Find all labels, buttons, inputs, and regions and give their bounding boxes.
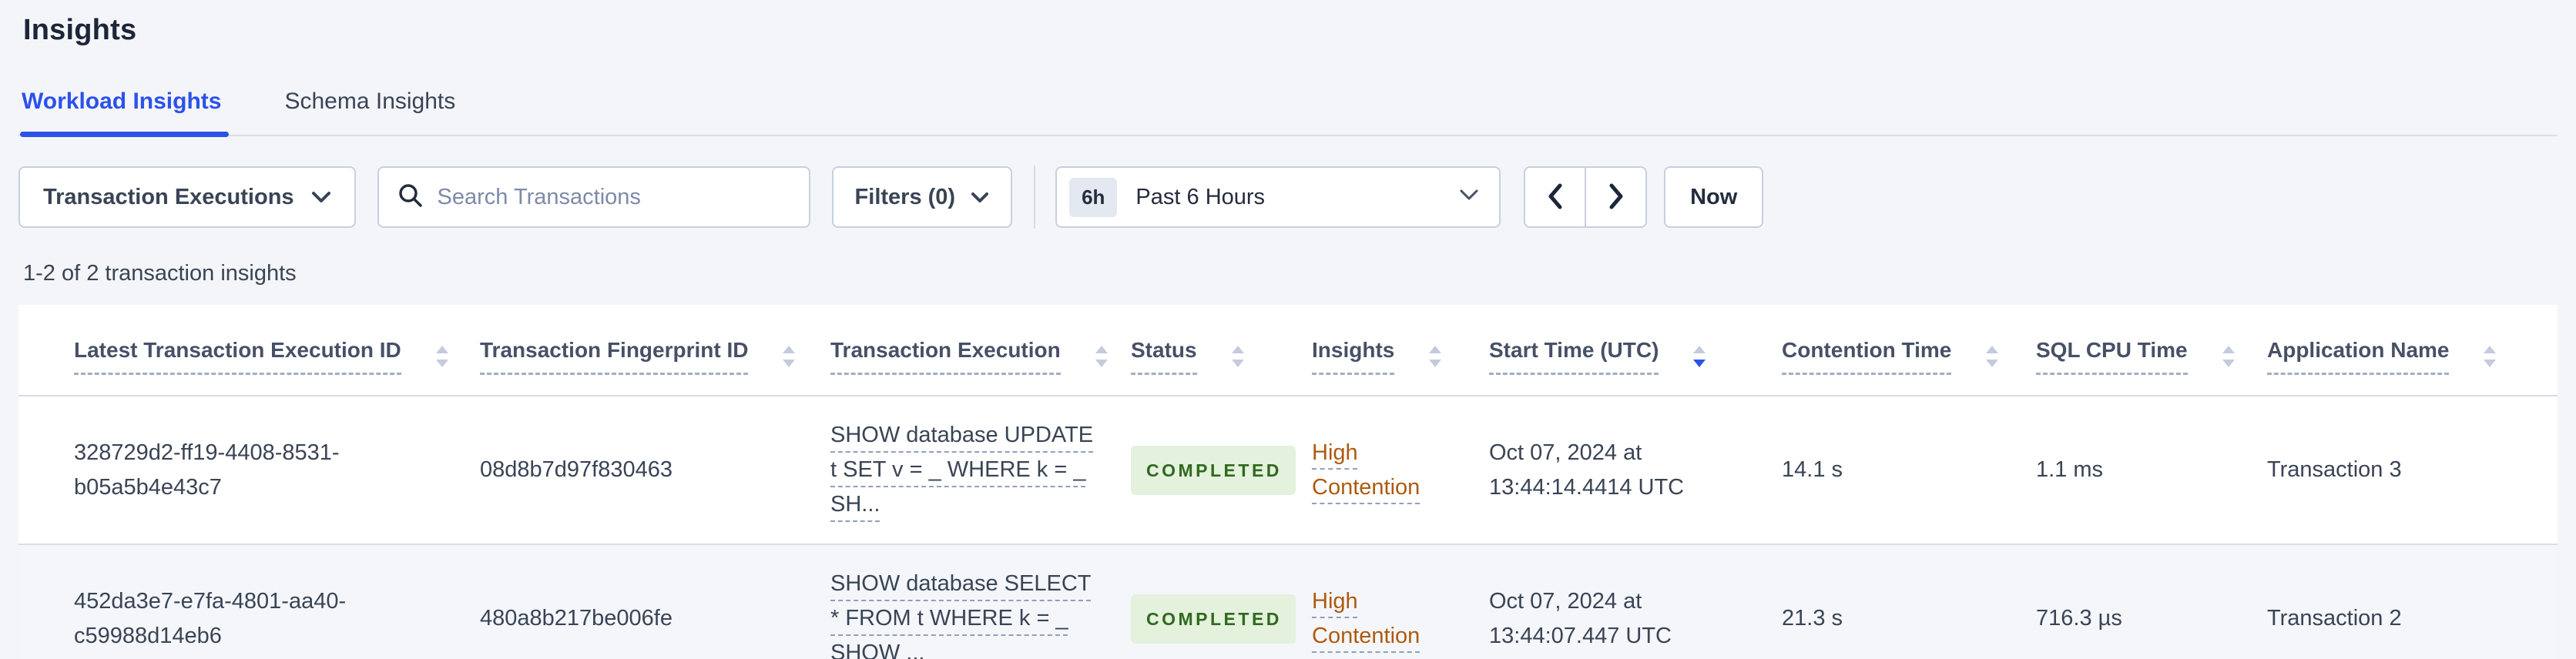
transaction-execution-link[interactable]: SHOW database SELECT * FROM t WHERE k = … xyxy=(830,571,1091,659)
execution-id-cell: 328729d2-ff19-4408-8531-b05a5b4e43c7 xyxy=(74,440,340,500)
status-cell: COMPLETED xyxy=(1112,544,1296,659)
insight-type-value: Transaction Executions xyxy=(43,184,294,209)
next-range-button[interactable] xyxy=(1585,166,1648,228)
sort-desc-icon[interactable] xyxy=(1692,344,1706,369)
chevron-down-icon xyxy=(1459,189,1479,206)
transaction-insights-table: Latest Transaction Execution ID Transact… xyxy=(18,305,2558,659)
column-header-sql-cpu-time[interactable]: SQL CPU Time xyxy=(2018,305,2249,396)
time-range-arrows xyxy=(1524,166,1648,228)
sort-icon[interactable] xyxy=(1428,344,1442,369)
insights-table-card: Latest Transaction Execution ID Transact… xyxy=(18,305,2558,659)
results-count: 1-2 of 2 transaction insights xyxy=(23,261,297,286)
fingerprint-id-cell: 08d8b7d97f830463 xyxy=(480,457,673,482)
chevron-right-icon xyxy=(1608,183,1625,212)
tab-workload-insights[interactable]: Workload Insights xyxy=(19,89,230,137)
tab-bar: Workload Insights Schema Insights xyxy=(18,89,2558,137)
transaction-execution-cell: SHOW database SELECT * FROM t WHERE k = … xyxy=(812,544,1112,659)
column-header-insights[interactable]: Insights xyxy=(1293,305,1471,396)
transaction-execution-link[interactable]: SHOW database UPDATE t SET v = _ WHERE k… xyxy=(830,423,1093,517)
column-header-application-name[interactable]: Application Name xyxy=(2249,305,2558,396)
high-contention-link[interactable]: High Contention xyxy=(1312,589,1420,648)
application-name-cell: Transaction 3 xyxy=(2267,457,2402,482)
filters-label: Filters (0) xyxy=(854,184,956,209)
column-header-status[interactable]: Status xyxy=(1112,305,1293,396)
sort-icon[interactable] xyxy=(2222,344,2236,369)
time-range-badge: 6h xyxy=(1069,177,1118,217)
sort-icon[interactable] xyxy=(2483,344,2497,369)
sort-icon[interactable] xyxy=(782,344,796,369)
fingerprint-id-cell: 480a8b217be006fe xyxy=(480,606,673,631)
page-title: Insights xyxy=(23,14,137,46)
now-button[interactable]: Now xyxy=(1664,166,1764,228)
execution-id-cell: 452da3e7-e7fa-4801-aa40-c59988d14eb6 xyxy=(74,588,347,648)
status-badge: COMPLETED xyxy=(1131,445,1296,495)
insights-cell: High Contention xyxy=(1293,396,1471,544)
status-cell: COMPLETED xyxy=(1112,396,1296,544)
sort-icon[interactable] xyxy=(1985,344,1999,369)
column-header-transaction-execution[interactable]: Transaction Execution xyxy=(812,305,1112,396)
start-time-cell: Oct 07, 2024 at 13:44:14.4414 UTC xyxy=(1489,440,1685,500)
sql-cpu-time-cell: 716.3 µs xyxy=(2036,606,2122,631)
time-range-picker[interactable]: 6h Past 6 Hours xyxy=(1055,166,1501,228)
column-header-start-time[interactable]: Start Time (UTC) xyxy=(1471,305,1763,396)
insights-page: Insights Workload Insights Schema Insigh… xyxy=(0,14,2576,659)
column-header-latest-transaction-execution-id[interactable]: Latest Transaction Execution ID xyxy=(18,305,461,396)
insight-type-select[interactable]: Transaction Executions xyxy=(18,166,356,228)
sql-cpu-time-cell: 1.1 ms xyxy=(2036,457,2104,482)
sort-icon[interactable] xyxy=(435,344,449,369)
search-input[interactable] xyxy=(437,184,790,210)
time-range-label: Past 6 Hours xyxy=(1135,184,1266,209)
column-header-transaction-fingerprint-id[interactable]: Transaction Fingerprint ID xyxy=(461,305,812,396)
insights-cell: High Contention xyxy=(1293,544,1471,659)
sort-icon[interactable] xyxy=(1231,344,1245,369)
toolbar-divider xyxy=(1034,166,1036,229)
transaction-execution-cell: SHOW database UPDATE t SET v = _ WHERE k… xyxy=(812,396,1112,544)
table-row: 328729d2-ff19-4408-8531-b05a5b4e43c7 08d… xyxy=(18,396,2558,544)
chevron-down-icon xyxy=(311,185,331,210)
column-header-contention-time[interactable]: Contention Time xyxy=(1763,305,2018,396)
filters-button[interactable]: Filters (0) xyxy=(831,166,1013,228)
application-name-cell: Transaction 2 xyxy=(2267,606,2402,631)
search-box xyxy=(377,166,810,228)
toolbar: Transaction Executions Filters (0) 6h Pa… xyxy=(18,166,2558,229)
high-contention-link[interactable]: High Contention xyxy=(1312,440,1420,500)
start-time-cell: Oct 07, 2024 at 13:44:07.447 UTC xyxy=(1489,588,1672,648)
previous-range-button[interactable] xyxy=(1524,166,1586,228)
contention-time-cell: 14.1 s xyxy=(1782,457,1843,482)
table-row: 452da3e7-e7fa-4801-aa40-c59988d14eb6 480… xyxy=(18,544,2558,659)
sort-icon[interactable] xyxy=(1095,344,1109,369)
chevron-down-icon xyxy=(971,185,989,210)
contention-time-cell: 21.3 s xyxy=(1782,606,1843,631)
tab-schema-insights[interactable]: Schema Insights xyxy=(284,89,455,135)
status-badge: COMPLETED xyxy=(1131,594,1296,644)
table-header-row: Latest Transaction Execution ID Transact… xyxy=(18,305,2558,396)
search-icon xyxy=(397,182,424,212)
chevron-left-icon xyxy=(1547,183,1564,212)
